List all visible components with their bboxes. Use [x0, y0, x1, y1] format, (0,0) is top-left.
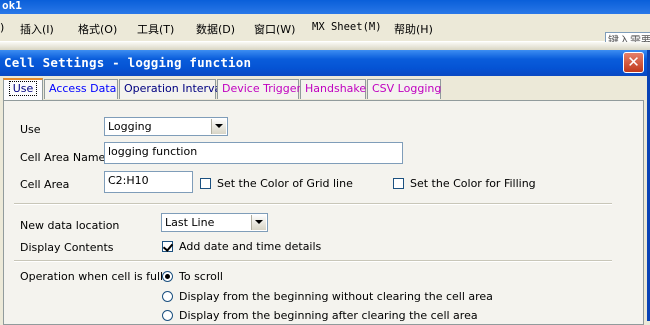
cell-area-name-label: Cell Area Name	[20, 151, 106, 164]
radio-after-clear-label: Display from the beginning after clearin…	[179, 309, 478, 322]
operation-when-full-label: Operation when cell is full	[20, 270, 164, 283]
fill-color-label: Set the Color for Filling	[410, 177, 536, 190]
cell-area-name-input[interactable]: logging function	[104, 142, 403, 164]
excel-toolbar-strip	[0, 42, 650, 50]
use-tab-panel: Use Logging Cell Area Name logging funct…	[3, 100, 644, 325]
menu-data[interactable]: 数据(D)	[196, 21, 235, 37]
menu-window[interactable]: 窗口(W)	[254, 21, 295, 37]
radio-after-clear[interactable]	[162, 310, 173, 321]
use-label: Use	[20, 123, 41, 136]
tab-csv-logging-label: CSV Logging	[372, 82, 442, 95]
dialog-title: Cell Settings - logging function	[4, 55, 252, 70]
tab-device-trigger-label: Device Trigger	[222, 82, 302, 95]
dialog-title-bar: Cell Settings - logging function	[0, 50, 647, 76]
tab-operation-interval[interactable]: Operation Interval	[119, 79, 224, 99]
tab-device-trigger[interactable]: Device Trigger	[217, 79, 302, 99]
menu-insert[interactable]: 插入(I)	[20, 21, 54, 37]
grid-color-label: Set the Color of Grid line	[217, 177, 353, 190]
section-divider	[14, 260, 612, 262]
menu-format[interactable]: 格式(O)	[78, 21, 117, 37]
cell-area-input[interactable]: C2:H10	[104, 171, 193, 193]
use-select[interactable]: Logging	[104, 117, 228, 136]
menu-mx-sheet[interactable]: MX Sheet(M)	[312, 21, 382, 33]
excel-title-bar: ok1	[0, 0, 650, 14]
radio-to-scroll-label: To scroll	[179, 270, 223, 283]
new-data-location-label: New data location	[20, 219, 120, 232]
chevron-down-icon[interactable]	[251, 215, 266, 230]
add-datetime-checkbox[interactable]	[162, 241, 173, 252]
grid-color-checkbox[interactable]	[200, 178, 211, 189]
excel-menu-bar: ) 插入(I) 格式(O) 工具(T) 数据(D) 窗口(W) MX Sheet…	[0, 14, 650, 49]
tab-csv-logging[interactable]: CSV Logging	[367, 79, 441, 99]
tab-use[interactable]: Use	[3, 78, 43, 100]
fill-color-checkbox[interactable]	[393, 178, 404, 189]
tab-access-data-label: Access Data	[49, 82, 117, 95]
radio-to-scroll[interactable]	[162, 271, 173, 282]
cell-area-label: Cell Area	[20, 178, 70, 191]
new-data-location-select[interactable]: Last Line	[161, 213, 268, 232]
tab-handshake-label: Handshake	[305, 82, 367, 95]
cell-settings-dialog: Cell Settings - logging function ✕ Use A…	[0, 50, 650, 325]
tab-operation-interval-label: Operation Interval	[124, 82, 225, 95]
radio-no-clear[interactable]	[162, 291, 173, 302]
menu-help[interactable]: 帮助(H)	[394, 21, 433, 37]
menu-fragment: )	[0, 21, 5, 34]
tab-handshake[interactable]: Handshake	[300, 79, 366, 99]
menu-tools[interactable]: 工具(T)	[137, 21, 174, 37]
excel-title-text: ok1	[2, 0, 22, 12]
new-data-location-value: Last Line	[165, 216, 215, 229]
add-datetime-label: Add date and time details	[179, 240, 322, 253]
section-divider	[14, 203, 612, 205]
chevron-down-icon[interactable]	[211, 119, 226, 134]
tab-use-label: Use	[8, 81, 38, 96]
display-contents-label: Display Contents	[20, 241, 114, 254]
use-select-value: Logging	[108, 120, 152, 133]
tab-access-data[interactable]: Access Data	[44, 79, 118, 99]
close-icon[interactable]: ✕	[623, 52, 644, 73]
radio-no-clear-label: Display from the beginning without clear…	[179, 290, 493, 303]
